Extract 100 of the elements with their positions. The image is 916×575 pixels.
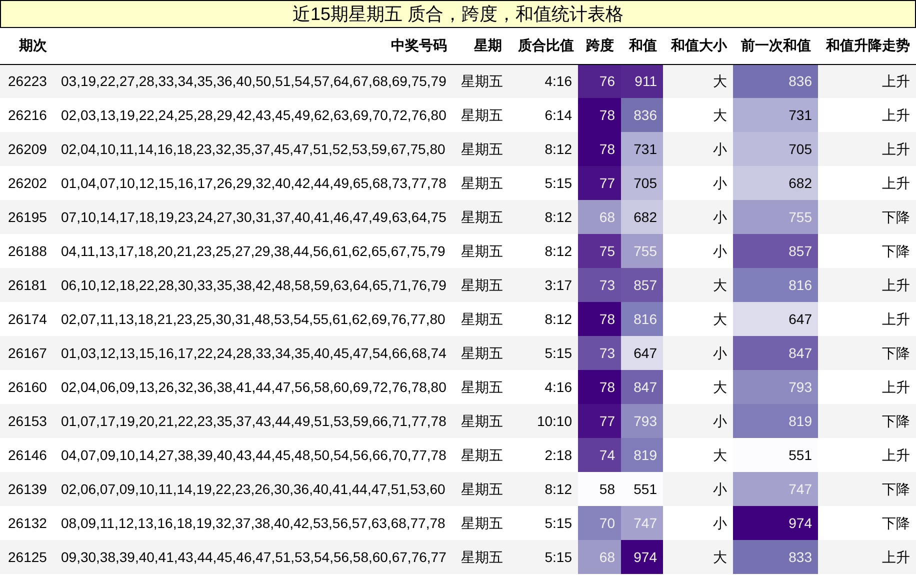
table-cell: 小 [663,506,733,540]
table-cell: 星期五 [455,98,510,132]
table-cell: 10:10 [510,404,578,438]
heatmap-cell: 974 [621,540,663,574]
heatmap-cell: 847 [621,370,663,404]
table-cell: 26209 [0,132,55,166]
table-cell: 02,04,06,09,13,26,32,36,38,41,44,47,56,58,60,69,72,76,78,80 [55,370,455,404]
heatmap-cell: 551 [621,472,663,506]
table-cell: 星期五 [455,438,510,472]
column-header: 前一次和值 [733,28,818,64]
table-cell: 星期五 [455,64,510,98]
table-cell: 大 [663,302,733,336]
table-cell: 26188 [0,234,55,268]
heatmap-cell: 819 [733,404,818,438]
table-cell: 8:12 [510,472,578,506]
table-cell: 小 [663,132,733,166]
heatmap-cell: 857 [621,268,663,302]
table-cell: 星期五 [455,370,510,404]
heatmap-cell: 70 [578,506,621,540]
table-cell: 上升 [818,166,916,200]
table-cell: 小 [663,234,733,268]
table-cell: 小 [663,404,733,438]
heatmap-cell: 755 [621,234,663,268]
heatmap-cell: 75 [578,234,621,268]
table-cell: 26202 [0,166,55,200]
table-cell: 大 [663,540,733,574]
table-cell: 5:15 [510,506,578,540]
table-cell: 上升 [818,540,916,574]
table-cell: 01,03,12,13,15,16,17,22,24,28,33,34,35,40,45,47,54,66,68,74 [55,336,455,370]
table-cell: 下降 [818,472,916,506]
table-cell: 2:18 [510,438,578,472]
table-cell: 06,10,12,18,22,28,30,33,35,38,42,48,58,59,63,64,65,71,76,79 [55,268,455,302]
column-header: 跨度 [578,28,621,64]
heatmap-cell: 78 [578,132,621,166]
heatmap-cell: 73 [578,268,621,302]
heatmap-cell: 755 [733,200,818,234]
table-cell: 星期五 [455,336,510,370]
table-cell: 02,03,13,19,22,24,25,28,29,42,43,45,49,62,63,69,70,72,76,80 [55,98,455,132]
table-cell: 星期五 [455,132,510,166]
heatmap-cell: 857 [733,234,818,268]
table-cell: 26181 [0,268,55,302]
table-cell: 26132 [0,506,55,540]
heatmap-cell: 731 [621,132,663,166]
table-cell: 4:16 [510,64,578,98]
table-cell: 07,10,14,17,18,19,23,24,27,30,31,37,40,41,46,47,49,63,64,75 [55,200,455,234]
column-header: 和值 [621,28,663,64]
heatmap-cell: 974 [733,506,818,540]
table-cell: 大 [663,64,733,98]
table-cell: 26125 [0,540,55,574]
heatmap-cell: 833 [733,540,818,574]
heatmap-cell: 705 [621,166,663,200]
table-cell: 8:12 [510,302,578,336]
table-cell: 5:15 [510,540,578,574]
heatmap-cell: 705 [733,132,818,166]
table-cell: 下降 [818,200,916,234]
table-cell: 26174 [0,302,55,336]
table-cell: 01,04,07,10,12,15,16,17,26,29,32,40,42,44,49,65,68,73,77,78 [55,166,455,200]
table-cell: 小 [663,200,733,234]
table-cell: 5:15 [510,336,578,370]
heatmap-cell: 68 [578,540,621,574]
table-cell: 小 [663,166,733,200]
table-cell: 大 [663,268,733,302]
heatmap-cell: 78 [578,98,621,132]
table-cell: 星期五 [455,234,510,268]
column-header: 中奖号码 [55,28,455,64]
heatmap-cell: 68 [578,200,621,234]
column-header: 星期 [455,28,510,64]
table-title: 近15期星期五 质合，跨度，和值统计表格 [0,0,916,28]
table-cell: 下降 [818,336,916,370]
table-cell: 08,09,11,12,13,16,18,19,32,37,38,40,42,53,56,57,63,68,77,78 [55,506,455,540]
table-cell: 5:15 [510,166,578,200]
heatmap-cell: 73 [578,336,621,370]
table-cell: 星期五 [455,506,510,540]
table-cell: 01,07,17,19,20,21,22,23,35,37,43,44,49,51,53,59,66,71,77,78 [55,404,455,438]
table-cell: 星期五 [455,302,510,336]
table-cell: 09,30,38,39,40,41,43,44,45,46,47,51,53,54,56,58,60,67,76,77 [55,540,455,574]
table-cell: 26153 [0,404,55,438]
heatmap-cell: 747 [733,472,818,506]
heatmap-cell: 793 [733,370,818,404]
table-cell: 星期五 [455,200,510,234]
table-cell: 8:12 [510,132,578,166]
column-header: 期次 [0,28,55,64]
heatmap-cell: 647 [733,302,818,336]
heatmap-cell: 551 [733,438,818,472]
table-cell: 上升 [818,132,916,166]
table-cell: 8:12 [510,200,578,234]
table-cell: 26195 [0,200,55,234]
table-cell: 26146 [0,438,55,472]
table-cell: 26160 [0,370,55,404]
column-header: 和值升降走势 [818,28,916,64]
table-cell: 小 [663,472,733,506]
heatmap-cell: 682 [621,200,663,234]
table-cell: 星期五 [455,268,510,302]
table-cell: 6:14 [510,98,578,132]
table-cell: 26139 [0,472,55,506]
heatmap-cell: 816 [621,302,663,336]
table-cell: 下降 [818,234,916,268]
table-cell: 星期五 [455,166,510,200]
table-cell: 3:17 [510,268,578,302]
table-cell: 下降 [818,404,916,438]
